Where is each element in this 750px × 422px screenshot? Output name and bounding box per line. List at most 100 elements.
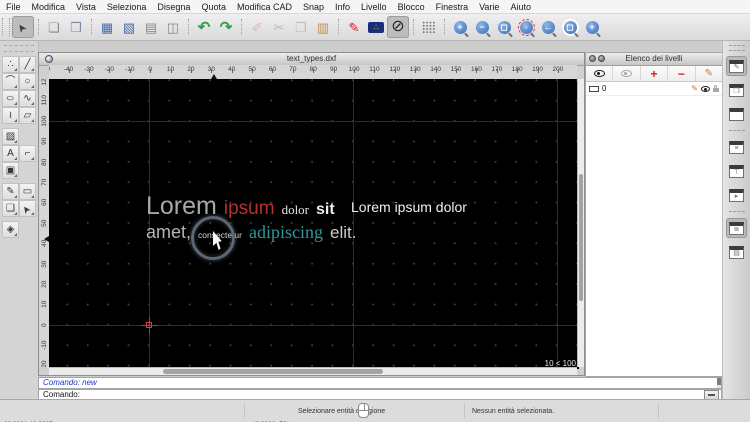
- menu-item[interactable]: File: [6, 2, 21, 12]
- canvas-text-ipsum[interactable]: ipsum: [224, 198, 275, 220]
- modify-tool[interactable]: ✎: [2, 183, 19, 200]
- dimension-tool[interactable]: ⌐: [19, 145, 36, 162]
- zoom-window-button[interactable]: ▫: [515, 16, 537, 38]
- info-dock-button[interactable]: ▸: [726, 185, 747, 205]
- image-tool[interactable]: ▣: [2, 162, 19, 179]
- layer-row[interactable]: 0 ✎: [586, 82, 722, 96]
- dock-drag-handle[interactable]: [728, 45, 745, 51]
- menu-item[interactable]: Modifica CAD: [237, 2, 292, 12]
- print-preview-button[interactable]: ◫: [162, 16, 184, 38]
- zoom-pan-button[interactable]: ◻: [559, 16, 581, 38]
- horizontal-scrollbar[interactable]: [49, 367, 577, 375]
- select-arrow-button[interactable]: ➤: [12, 16, 34, 38]
- copy-button[interactable]: ❐: [290, 16, 312, 38]
- toolbar-button-icon: +: [585, 20, 599, 34]
- command-input[interactable]: [79, 390, 704, 399]
- hide-all-layers-button[interactable]: [613, 66, 641, 81]
- pen-edit-button[interactable]: ✎: [343, 16, 365, 38]
- open-file-button[interactable]: ❒: [65, 16, 87, 38]
- command-history-scrollbar-thumb[interactable]: [717, 378, 721, 385]
- paste-button[interactable]: ▥: [312, 16, 334, 38]
- canvas-text-sit[interactable]: sit: [316, 201, 335, 219]
- show-all-layers-button[interactable]: [586, 66, 614, 81]
- measure-tool[interactable]: ▭: [19, 183, 36, 200]
- styled-text-entity[interactable]: Lorem ipsum dolor sit amet, consectetur adipi…: [146, 192, 356, 243]
- polyline-tool[interactable]: ≀: [2, 107, 19, 124]
- edit-layer-button[interactable]: ✎: [695, 66, 723, 81]
- command-line-dock-button[interactable]: ≣: [726, 218, 747, 238]
- menu-item[interactable]: Modifica: [32, 2, 66, 12]
- canvas-text-dolor[interactable]: dolor: [282, 202, 309, 218]
- menu-item[interactable]: Varie: [479, 2, 499, 12]
- menu-item[interactable]: Blocco: [398, 2, 425, 12]
- window-icon: ▸: [729, 188, 744, 202]
- zoom-redraw-button[interactable]: +: [581, 16, 603, 38]
- panel-close-button[interactable]: [589, 55, 596, 62]
- window-icon: ⊤: [729, 164, 744, 178]
- spline-tool[interactable]: ∿: [19, 90, 36, 107]
- ruler-label: 130: [405, 65, 425, 73]
- menu-item[interactable]: Aiuto: [510, 2, 531, 12]
- horizontal-scrollbar-thumb[interactable]: [163, 369, 383, 374]
- ellipse-tool[interactable]: ○: [2, 90, 19, 107]
- menu-item[interactable]: Quota: [201, 2, 226, 12]
- plot-preview-button[interactable]: ∴: [365, 16, 387, 38]
- points-tool[interactable]: ∴: [2, 56, 19, 73]
- menu-item[interactable]: Finestra: [436, 2, 469, 12]
- clipboard-dock-button[interactable]: ▤: [726, 242, 747, 262]
- canvas-text-adipiscing[interactable]: adipiscing: [249, 222, 323, 243]
- zoom-out-button[interactable]: −: [471, 16, 493, 38]
- print-button[interactable]: ▤: [140, 16, 162, 38]
- shapes-tool[interactable]: ▱: [19, 107, 36, 124]
- remove-layer-button[interactable]: −: [668, 66, 696, 81]
- library-dock-button[interactable]: [726, 104, 747, 124]
- canvas-text-amet[interactable]: amet,: [146, 222, 191, 243]
- drawing-canvas[interactable]: Lorem ipsum dolor sit amet, consectetur adipi…: [49, 79, 579, 369]
- save-button[interactable]: ▦: [96, 16, 118, 38]
- redo-button[interactable]: ↷: [215, 16, 237, 38]
- draft-mode-button[interactable]: ⊘: [387, 16, 409, 38]
- vertical-scrollbar[interactable]: [577, 79, 584, 367]
- menu-item[interactable]: Disegna: [157, 2, 190, 12]
- eye-icon[interactable]: [701, 85, 710, 92]
- zoom-in-button[interactable]: +: [449, 16, 471, 38]
- lock-icon[interactable]: [713, 84, 719, 92]
- command-options-dock-button[interactable]: ≡: [726, 137, 747, 157]
- grid-toggle-button[interactable]: [418, 16, 440, 38]
- new-file-button[interactable]: ❏: [43, 16, 65, 38]
- undo-button[interactable]: ↶: [193, 16, 215, 38]
- toolbar-drag-handle[interactable]: [2, 18, 10, 36]
- plain-text-entity[interactable]: Lorem ipsum dolor: [351, 199, 467, 215]
- arc-tool[interactable]: ⌒: [2, 73, 19, 90]
- snap-settings-dock-button[interactable]: ⊤: [726, 161, 747, 181]
- zoom-auto-button[interactable]: ◻: [493, 16, 515, 38]
- vertical-scrollbar-thumb[interactable]: [579, 174, 583, 301]
- canvas-text-elit[interactable]: elit.: [330, 223, 356, 243]
- zoom-previous-button[interactable]: ←: [537, 16, 559, 38]
- circle-tool[interactable]: ○: [19, 73, 36, 90]
- window-icon-glyph: ▤: [733, 250, 740, 257]
- blocks-dock-button[interactable]: ❒: [726, 80, 747, 100]
- menu-item[interactable]: Vista: [76, 2, 96, 12]
- window-title: text_types.dxf: [286, 54, 337, 63]
- add-layer-button[interactable]: +: [640, 66, 669, 81]
- save-as-button[interactable]: ▧: [118, 16, 140, 38]
- cut-button[interactable]: ✂: [268, 16, 290, 38]
- panel-float-button[interactable]: [598, 55, 605, 62]
- keyboard-mode-button[interactable]: [704, 389, 719, 400]
- menu-item[interactable]: Info: [335, 2, 350, 12]
- menu-item[interactable]: Seleziona: [107, 2, 147, 12]
- delete-button[interactable]: ✐: [246, 16, 268, 38]
- line-tool[interactable]: ╱: [19, 56, 36, 73]
- menu-item[interactable]: Snap: [303, 2, 324, 12]
- explode-tool[interactable]: ❏: [2, 200, 19, 217]
- pencil-icon[interactable]: ✎: [691, 84, 698, 93]
- layers-dock-button[interactable]: ✎: [726, 56, 747, 76]
- menu-item[interactable]: Livello: [361, 2, 387, 12]
- select-tool[interactable]: ➤: [19, 200, 36, 217]
- isometric-tool[interactable]: ◈: [2, 221, 19, 238]
- text-tool[interactable]: A: [2, 145, 19, 162]
- hatch-tool[interactable]: ▨: [2, 128, 19, 145]
- command-history-scrollbar[interactable]: [717, 378, 721, 388]
- palette-drag-handle[interactable]: [4, 45, 34, 52]
